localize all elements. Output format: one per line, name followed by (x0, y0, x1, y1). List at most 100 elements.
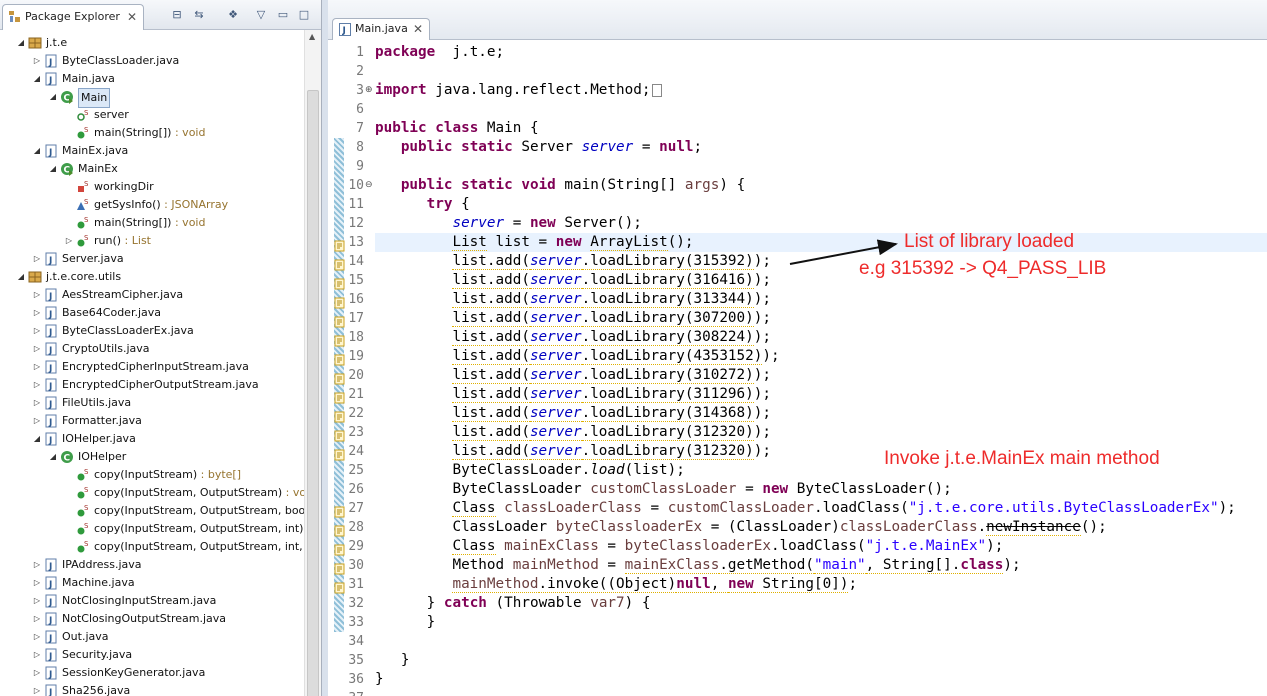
collapsed-arrow-icon[interactable]: ▷ (32, 250, 42, 268)
tree-item[interactable]: Scopy(InputStream) : byte[] (0, 466, 304, 484)
tree-item[interactable]: SgetSysInfo() : JSONArray (0, 196, 304, 214)
folded-region-icon[interactable] (652, 83, 663, 97)
tree-item[interactable]: Scopy(InputStream, OutputStream, int) : (0, 520, 311, 538)
expanded-arrow-icon[interactable]: ◢ (32, 142, 42, 160)
close-icon[interactable]: ✕ (413, 19, 423, 39)
expanded-arrow-icon[interactable]: ◢ (32, 430, 42, 448)
warning-marker-icon[interactable] (334, 294, 346, 309)
collapsed-arrow-icon[interactable]: ▷ (32, 358, 42, 376)
warning-marker-icon[interactable] (334, 503, 346, 518)
link-with-editor-icon[interactable]: ⇆ (192, 8, 206, 22)
tree-item[interactable]: ◢ J MainEx.java (0, 142, 304, 160)
tree-item[interactable]: ▷ J NotClosingOutputStream.java (0, 610, 304, 628)
collapsed-arrow-icon[interactable]: ▷ (32, 340, 42, 358)
warning-marker-icon[interactable] (334, 275, 346, 290)
tree-item[interactable]: ◢ C MainEx (0, 160, 304, 178)
scroll-up-icon[interactable]: ▲ (309, 32, 315, 41)
warning-marker-icon[interactable] (334, 427, 346, 442)
tree-item[interactable]: ▷ J NotClosingInputStream.java (0, 592, 304, 610)
tree-item[interactable]: ▷ J Formatter.java (0, 412, 304, 430)
warning-marker-icon[interactable] (334, 237, 346, 252)
collapsed-arrow-icon[interactable]: ▷ (32, 394, 42, 412)
tree-item[interactable]: ◢ C IOHelper (0, 448, 304, 466)
expanded-arrow-icon[interactable]: ◢ (16, 34, 26, 52)
tree-item[interactable]: ▷ Srun() : List (0, 232, 304, 250)
scrollbar-thumb[interactable] (307, 90, 319, 696)
expanded-arrow-icon[interactable]: ◢ (48, 88, 58, 106)
minimize-icon[interactable]: ▭ (276, 8, 290, 22)
tree-item[interactable]: ▷ J CryptoUtils.java (0, 340, 304, 358)
warning-marker-icon[interactable] (334, 579, 346, 594)
tree-item[interactable]: SworkingDir (0, 178, 304, 196)
collapsed-arrow-icon[interactable]: ▷ (32, 52, 42, 70)
tree-item[interactable]: Scopy(InputStream, OutputStream, int, b (0, 538, 313, 556)
warning-marker-icon[interactable] (334, 560, 346, 575)
collapsed-arrow-icon[interactable]: ▷ (32, 574, 42, 592)
maximize-icon[interactable]: □ (297, 8, 311, 22)
tree-item[interactable]: ▷ J Sha256.java (0, 682, 304, 696)
warning-marker-icon[interactable] (334, 389, 346, 404)
collapsed-arrow-icon[interactable]: ▷ (32, 556, 42, 574)
expanded-arrow-icon[interactable]: ◢ (16, 268, 26, 286)
warning-marker-icon[interactable] (334, 408, 346, 423)
expanded-arrow-icon[interactable]: ◢ (48, 448, 58, 466)
tree-item[interactable]: ▷ J Base64Coder.java (0, 304, 304, 322)
collapse-fold-icon[interactable]: ⊖ (365, 176, 373, 195)
tree-item[interactable]: ▷ J ByteClassLoaderEx.java (0, 322, 304, 340)
warning-marker-icon[interactable] (334, 256, 346, 271)
warning-marker-icon[interactable] (334, 332, 346, 347)
collapsed-arrow-icon[interactable]: ▷ (32, 664, 42, 682)
tree-item[interactable]: ◢ J Main.java (0, 70, 304, 88)
tree-item[interactable]: ▷ J AesStreamCipher.java (0, 286, 304, 304)
collapse-all-icon[interactable]: ⊟ (170, 8, 184, 22)
warning-marker-icon[interactable] (334, 446, 346, 461)
expand-fold-icon[interactable]: ⊕ (365, 81, 373, 100)
tree-item[interactable]: ▷ J Machine.java (0, 574, 304, 592)
tree-item[interactable]: Sserver (0, 106, 304, 124)
expanded-arrow-icon[interactable]: ◢ (32, 70, 42, 88)
tree-item[interactable]: Scopy(InputStream, OutputStream, boole (0, 502, 315, 520)
tree-item[interactable]: Smain(String[]) : void (0, 214, 304, 232)
tree-item[interactable]: ◢ j.t.e (0, 34, 304, 52)
tree-item[interactable]: ▷ J FileUtils.java (0, 394, 304, 412)
tree-item[interactable]: ▷ J Out.java (0, 628, 304, 646)
warning-marker-icon[interactable] (334, 522, 346, 537)
expanded-arrow-icon[interactable]: ◢ (48, 160, 58, 178)
collapsed-arrow-icon[interactable]: ▷ (64, 232, 74, 250)
collapsed-arrow-icon[interactable]: ▷ (32, 322, 42, 340)
tree-item[interactable]: ▷ J Server.java (0, 250, 304, 268)
warning-marker-icon[interactable] (334, 541, 346, 556)
tree-item[interactable]: Scopy(InputStream, OutputStream) : void (0, 484, 316, 502)
collapsed-arrow-icon[interactable]: ▷ (32, 286, 42, 304)
focus-icon[interactable]: ❖ (226, 8, 240, 22)
tree-item[interactable]: Smain(String[]) : void (0, 124, 304, 142)
tree-item[interactable]: ▷ J ByteClassLoader.java (0, 52, 304, 70)
collapsed-arrow-icon[interactable]: ▷ (32, 376, 42, 394)
tree-item[interactable]: ▷ J IPAddress.java (0, 556, 304, 574)
tree-item[interactable]: ▷ J Security.java (0, 646, 304, 664)
collapsed-arrow-icon[interactable]: ▷ (32, 412, 42, 430)
tree-item[interactable]: ▷ J SessionKeyGenerator.java (0, 664, 304, 682)
collapsed-arrow-icon[interactable]: ▷ (32, 592, 42, 610)
tree-item[interactable]: ◢ C Main (0, 88, 304, 108)
collapsed-arrow-icon[interactable]: ▷ (32, 682, 42, 696)
tab-main-java[interactable]: J Main.java ✕ (332, 18, 430, 40)
code-token: } (375, 595, 444, 611)
explorer-scrollbar[interactable]: ▲ (304, 30, 321, 696)
tree-item[interactable]: ◢ j.t.e.core.utils (0, 268, 304, 286)
tree-item[interactable]: ▷ J EncryptedCipherOutputStream.java (0, 376, 304, 394)
view-menu-icon[interactable]: ▽ (254, 8, 268, 22)
collapsed-arrow-icon[interactable]: ▷ (32, 646, 42, 664)
collapsed-arrow-icon[interactable]: ▷ (32, 628, 42, 646)
tree-item[interactable]: ◢ J IOHelper.java (0, 430, 304, 448)
close-icon[interactable]: ✕ (127, 5, 137, 29)
code-area[interactable]: package j.t.e; import java.lang.reflect.M… (375, 40, 1267, 696)
tab-package-explorer[interactable]: Package Explorer ✕ (2, 4, 144, 30)
collapsed-arrow-icon[interactable]: ▷ (32, 304, 42, 322)
warning-marker-icon[interactable] (334, 370, 346, 385)
warning-marker-icon[interactable] (334, 351, 346, 366)
collapsed-arrow-icon[interactable]: ▷ (32, 610, 42, 628)
warning-marker-icon[interactable] (334, 313, 346, 328)
tree-item[interactable]: ▷ J EncryptedCipherInputStream.java (0, 358, 304, 376)
